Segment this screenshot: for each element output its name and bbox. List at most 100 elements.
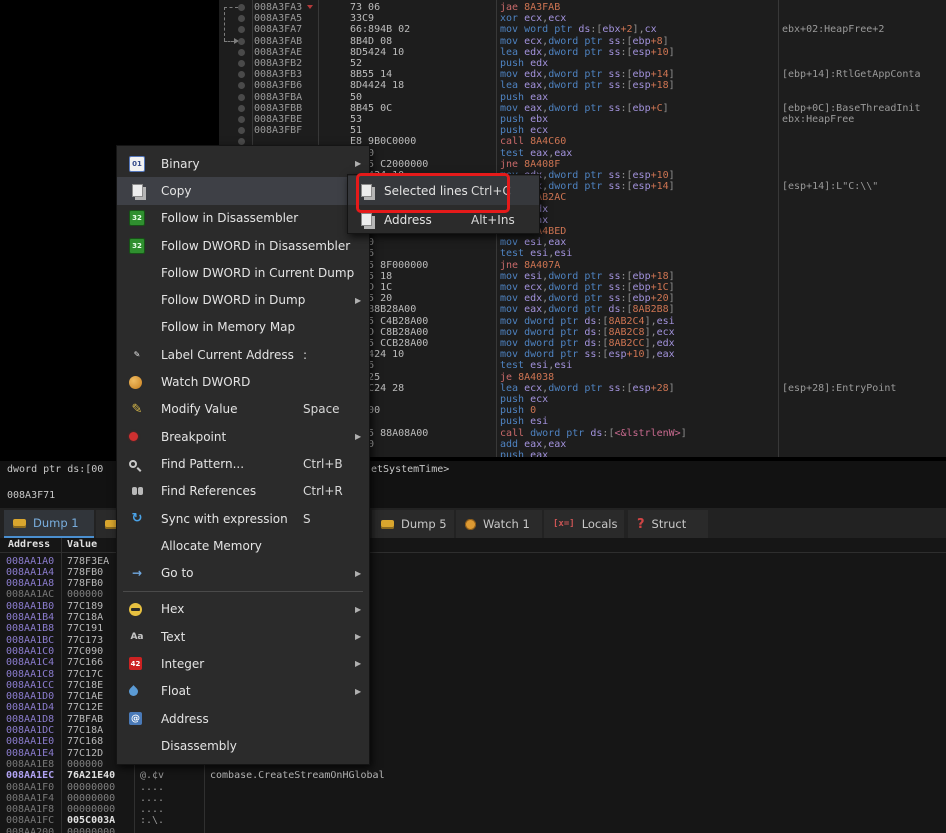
menu-item-follow-dword-in-dump[interactable]: Follow DWORD in Dump▶ [117, 286, 369, 313]
menu-item-label: Hex [161, 602, 184, 616]
menu-item-follow-dword-in-disassembler[interactable]: 32 Follow DWORD in Disassembler [117, 232, 369, 259]
menu-item-watch-dword[interactable]: Watch DWORD [117, 368, 369, 395]
memory-map-icon [129, 319, 145, 335]
pencil-icon: ✎ [129, 401, 145, 417]
menu-item-follow-in-memory-map[interactable]: Follow in Memory Map [117, 314, 369, 341]
menu-item-follow-in-disassembler[interactable]: 32Follow in Disassembler [117, 205, 369, 232]
submenu-item-label: Address [384, 213, 432, 227]
dump-address: 008AA1A0 [6, 556, 54, 567]
menu-item-breakpoint[interactable]: Breakpoint▶ [117, 423, 369, 450]
dump-truck-icon [129, 265, 145, 281]
dump-address: 008AA1A8 [6, 578, 54, 589]
instruction-text: push edx [500, 58, 548, 69]
dump-address: 008AA200 [6, 827, 54, 833]
menu-item-integer[interactable]: 42Integer▶ [117, 650, 369, 677]
menu-item-go-to[interactable]: →Go to▶ [117, 559, 369, 586]
submenu-arrow-icon: ▶ [355, 159, 361, 168]
context-menu: 01Binary▶Copy▶32Follow in Disassembler32… [116, 145, 370, 765]
dump-address: 008AA1EC [6, 770, 54, 781]
menu-item-address[interactable]: @Address [117, 705, 369, 732]
instruction-text: call 8A4C60 [500, 136, 566, 147]
submenu-item-selected-lines[interactable]: Selected linesCtrl+C [348, 176, 539, 205]
menu-item-sync-with-expression[interactable]: ↻Sync with expressionS [117, 505, 369, 532]
menu-item-label-current-address[interactable]: ✎Label Current Address: [117, 341, 369, 368]
disasm-row[interactable]: 008A3FB38B55 14mov edx,dword ptr ss:[ebp… [219, 69, 946, 80]
disasm-row[interactable]: 008A3FB252push edx [219, 58, 946, 69]
menu-item-hex[interactable]: Hex▶ [117, 596, 369, 623]
disasm-row[interactable]: 008A3FB68D4424 18lea eax,dword ptr ss:[e… [219, 80, 946, 91]
tab-dump-5[interactable]: Dump 5 [372, 510, 454, 538]
menu-item-find-references[interactable]: Find ReferencesCtrl+R [117, 478, 369, 505]
disasm-row[interactable]: 008A3FBF51push ecx [219, 125, 946, 136]
instruction-text: push 0 [500, 405, 536, 416]
disasm-row[interactable]: 008A3FBB8B45 0Cmov eax,dword ptr ss:[ebp… [219, 103, 946, 114]
breakpoint-dot-icon[interactable] [238, 82, 245, 89]
dump-address: 008AA1C8 [6, 669, 54, 680]
instruction-text: jae 8A3FAB [500, 2, 560, 13]
tab-dump-1[interactable]: Dump 1 [4, 510, 94, 538]
breakpoint-dot-icon[interactable] [238, 15, 245, 22]
dump-value: 77C18E [67, 680, 103, 691]
menu-item-disassembly[interactable]: Disassembly [117, 732, 369, 759]
dump-address: 008AA1C4 [6, 657, 54, 668]
breakpoint-dot-icon[interactable] [238, 71, 245, 78]
instruction-bytes: 66:894B 02 [350, 24, 410, 35]
copy-address-icon [358, 212, 374, 228]
disasm-row[interactable]: 008A3FAE8D5424 10lea edx,dword ptr ss:[e… [219, 47, 946, 58]
menu-item-text[interactable]: AaText▶ [117, 623, 369, 650]
instruction-text: mov word ptr ds:[ebx+2],cx [500, 24, 657, 35]
disasm-row[interactable]: 008A3FA766:894B 02mov word ptr ds:[ebx+2… [219, 24, 946, 35]
instruction-address: 008A3FB2 [254, 58, 302, 69]
dump-value: 778FB0 [67, 567, 103, 578]
breakpoint-dot-icon[interactable] [238, 94, 245, 101]
dump-value: 77C17C [67, 669, 103, 680]
dump-value: 77BFAB [67, 714, 103, 725]
menu-item-label: Follow in Memory Map [161, 320, 295, 334]
breakpoint-dot-icon[interactable] [238, 49, 245, 56]
dump-address: 008AA1E8 [6, 759, 54, 770]
dump-ascii: .... [140, 827, 164, 833]
copy-submenu: Selected linesCtrl+CAddressAlt+Ins [347, 174, 540, 234]
dump-address: 008AA1F0 [6, 782, 54, 793]
breakpoint-dot-icon[interactable] [238, 60, 245, 67]
instruction-text: push esi [500, 416, 548, 427]
breakpoint-dot-icon[interactable] [238, 26, 245, 33]
breakpoint-dot-icon[interactable] [238, 105, 245, 112]
breakpoint-dot-icon[interactable] [238, 38, 245, 45]
menu-item-float[interactable]: Float▶ [117, 678, 369, 705]
menu-item-allocate-memory[interactable]: Allocate Memory [117, 532, 369, 559]
menu-item-label: Follow DWORD in Disassembler [161, 239, 350, 253]
menu-item-modify-value[interactable]: ✎Modify ValueSpace [117, 396, 369, 423]
instruction-bytes: 8B55 14 [350, 69, 392, 80]
menu-item-follow-dword-in-current-dump[interactable]: Follow DWORD in Current Dump [117, 259, 369, 286]
tab-watch-1[interactable]: Watch 1 [456, 510, 542, 538]
instruction-text: mov edx,dword ptr ss:[ebp+14] [500, 69, 675, 80]
breakpoint-dot-icon[interactable] [238, 127, 245, 134]
breakpoint-dot-icon[interactable] [238, 4, 245, 11]
submenu-arrow-icon: ▶ [355, 659, 361, 668]
instruction-bytes: 8B45 0C [350, 103, 392, 114]
disasm-row[interactable]: 008A3FA373 06jae 8A3FAB [219, 2, 946, 13]
menu-item-label: Address [161, 712, 209, 726]
disasm-row[interactable]: 008A3FA533C9xor ecx,ecx [219, 13, 946, 24]
tab-struct[interactable]: ?Struct [628, 510, 708, 538]
disasm-row[interactable]: 008A3FBA50push eax [219, 92, 946, 103]
breakpoint-dot-icon[interactable] [238, 116, 245, 123]
menu-item-copy[interactable]: Copy▶ [117, 177, 369, 204]
tab-locals[interactable]: [x=]Locals [544, 510, 624, 538]
dump-truck-icon [129, 292, 145, 308]
dump-value: 00000000 [67, 782, 115, 793]
submenu-item-address[interactable]: AddressAlt+Ins [348, 205, 539, 234]
disasm-row[interactable]: 008A3FAB8B4D 08mov ecx,dword ptr ss:[ebp… [219, 36, 946, 47]
menu-item-binary[interactable]: 01Binary▶ [117, 150, 369, 177]
label-pencil-icon: ✎ [129, 347, 145, 363]
current-address: 008A3F71 [7, 490, 55, 501]
instruction-address: 008A3FA3 [254, 2, 302, 13]
cpu-32-icon: 32 [129, 238, 145, 254]
menu-item-find-pattern[interactable]: Find Pattern...Ctrl+B [117, 450, 369, 477]
dump-address: 008AA1BC [6, 635, 54, 646]
instruction-text: push ebx [500, 114, 548, 125]
disasm-row[interactable]: 008A3FBE53push ebxebx:HeapFree [219, 114, 946, 125]
info-line-left: dword ptr ds:[00 [7, 464, 103, 475]
instruction-address: 008A3FBF [254, 125, 302, 136]
